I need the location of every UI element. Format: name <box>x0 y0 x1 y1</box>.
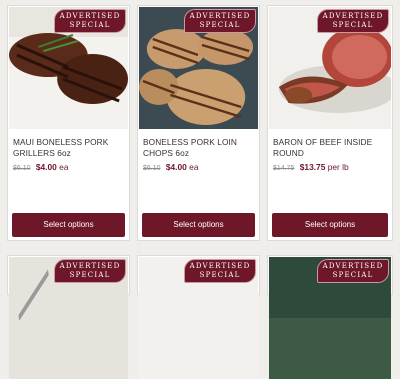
product-price: $6.10 $4.00 ea <box>13 162 68 172</box>
advertised-special-badge: ADVERTISED SPECIAL <box>184 259 256 283</box>
badge-line-2: SPECIAL <box>332 271 374 279</box>
advertised-special-badge: ADVERTISED SPECIAL <box>317 259 389 283</box>
select-options-button[interactable]: Select options <box>272 213 388 237</box>
product-name[interactable]: MAUI BONELESS PORK GRILLERS 6oz <box>13 137 125 159</box>
sale-price: $4.00 <box>165 162 187 172</box>
advertised-special-badge: ADVERTISED SPECIAL <box>317 9 389 33</box>
badge-line-1: ADVERTISED <box>322 262 384 270</box>
badge-line-1: ADVERTISED <box>59 262 121 270</box>
advertised-special-badge: ADVERTISED SPECIAL <box>54 259 126 283</box>
badge-line-2: SPECIAL <box>69 21 111 29</box>
product-price: $6.10 $4.00 ea <box>143 162 198 172</box>
badge-line-1: ADVERTISED <box>189 262 251 270</box>
badge-line-2: SPECIAL <box>199 21 241 29</box>
sale-price: $13.75 <box>299 162 326 172</box>
badge-line-1: ADVERTISED <box>322 12 384 20</box>
price-unit: ea <box>59 162 69 172</box>
old-price: $6.10 <box>143 165 161 172</box>
badge-line-2: SPECIAL <box>199 271 241 279</box>
product-card: ADVERTISED SPECIAL <box>7 255 130 379</box>
product-name[interactable]: BONELESS PORK LOIN CHOPS 6oz <box>143 137 255 159</box>
advertised-special-badge: ADVERTISED SPECIAL <box>184 9 256 33</box>
price-unit: per lb <box>327 162 349 172</box>
old-price: $6.10 <box>13 165 31 172</box>
product-card: ADVERTISED SPECIAL MAUI BONELESS PORK GR… <box>7 5 130 241</box>
sale-price: $4.00 <box>35 162 57 172</box>
product-card: ADVERTISED SPECIAL BONELESS PORK LOIN CH… <box>137 5 260 241</box>
product-card: ADVERTISED SPECIAL <box>137 255 260 379</box>
old-price: $14.75 <box>273 165 295 172</box>
advertised-special-badge: ADVERTISED SPECIAL <box>54 9 126 33</box>
product-card: ADVERTISED SPECIAL <box>267 255 393 379</box>
product-name[interactable]: BARON OF BEEF INSIDE ROUND <box>273 137 388 159</box>
price-unit: ea <box>189 162 199 172</box>
badge-line-1: ADVERTISED <box>59 12 121 20</box>
product-card: ADVERTISED SPECIAL BARON OF BEEF INSIDE … <box>267 5 393 241</box>
badge-line-1: ADVERTISED <box>189 12 251 20</box>
badge-line-2: SPECIAL <box>69 271 111 279</box>
select-options-button[interactable]: Select options <box>142 213 255 237</box>
product-grid: ADVERTISED SPECIAL MAUI BONELESS PORK GR… <box>0 0 400 379</box>
product-price: $14.75 $13.75 per lb <box>273 162 349 172</box>
badge-line-2: SPECIAL <box>332 21 374 29</box>
select-options-button[interactable]: Select options <box>12 213 125 237</box>
